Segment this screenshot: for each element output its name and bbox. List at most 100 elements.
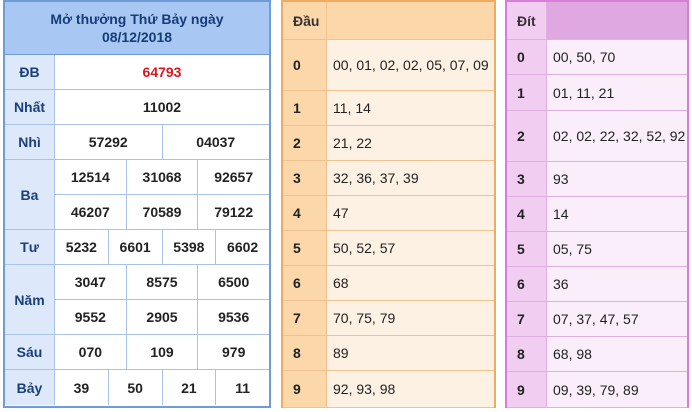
dau-row: 0 00, 01, 02, 02, 05, 07, 09 (283, 40, 494, 91)
prize-row: Ba 12514 31068 92657 46207 70589 79122 (5, 160, 269, 230)
prize-row: Nhì 57292 04037 (5, 125, 269, 160)
dau-row: 1 11, 14 (283, 91, 494, 126)
dau-row-values: 92, 93, 98 (327, 371, 494, 407)
results-table: Mở thưởng Thứ Bảy ngày 08/12/2018 ĐB 6479… (3, 0, 271, 408)
dit-row-key: 7 (507, 302, 547, 336)
prize-rows: ĐB 64793 Nhất 11002 Nhì 57292 04037 Ba 12514 3106… (5, 55, 269, 405)
dit-row-values: 36 (547, 267, 687, 301)
prize-number: 979 (197, 335, 269, 369)
dit-row-values: 14 (547, 197, 687, 231)
prize-number: 5232 (65, 239, 97, 255)
dau-row: 2 21, 22 (283, 126, 494, 161)
dit-header-values (547, 2, 687, 39)
prize-number: 6602 (215, 230, 269, 264)
dau-row-key: 6 (283, 266, 327, 300)
prize-number: 9552 (74, 309, 106, 325)
prize-number: 04037 (161, 125, 270, 159)
dau-row-key: 0 (283, 40, 327, 90)
dit-row: 1 01, 11, 21 (507, 75, 687, 111)
prize-number: 11002 (142, 99, 182, 115)
dit-header: Đít (507, 2, 687, 40)
dit-row-values: 68, 98 (547, 337, 687, 371)
dit-row: 2 02, 02, 22, 32, 52, 92 (507, 111, 687, 162)
prize-number: 5398 (161, 230, 216, 264)
prize-label: Ba (5, 160, 55, 229)
dau-row-key: 7 (283, 301, 327, 335)
dau-row-values: 89 (327, 336, 494, 370)
dit-row-values: 07, 37, 47, 57 (547, 302, 687, 336)
dau-row: 3 32, 36, 37, 39 (283, 161, 494, 196)
dau-row-key: 9 (283, 371, 327, 407)
dau-row: 9 92, 93, 98 (283, 371, 494, 408)
dau-row-key: 4 (283, 196, 327, 230)
dit-row-key: 6 (507, 267, 547, 301)
dit-row-key: 0 (507, 40, 547, 74)
dau-row-values: 68 (327, 266, 494, 300)
dit-row: 5 05, 75 (507, 232, 687, 267)
dit-row: 0 00, 50, 70 (507, 40, 687, 75)
prize-number: 57292 (88, 134, 128, 150)
dit-row-key: 8 (507, 337, 547, 371)
dit-row-key: 5 (507, 232, 547, 266)
dit-row-key: 1 (507, 75, 547, 110)
dau-row-key: 5 (283, 231, 327, 265)
dau-row-values: 70, 75, 79 (327, 301, 494, 335)
dit-row-values: 09, 39, 79, 89 (547, 372, 687, 407)
dit-row: 8 68, 98 (507, 337, 687, 372)
dau-header: Đầu (283, 2, 494, 40)
prize-row: ĐB 64793 (5, 55, 269, 90)
dit-row: 3 93 (507, 162, 687, 197)
dau-row-key: 3 (283, 161, 327, 195)
prize-number: 46207 (70, 204, 110, 220)
prize-number: 50 (107, 370, 162, 405)
prize-row: Tư 5232 6601 5398 6602 (5, 230, 269, 265)
dit-row-key: 3 (507, 162, 547, 196)
prize-number: 12514 (70, 169, 110, 185)
results-header: Mở thưởng Thứ Bảy ngày 08/12/2018 (5, 2, 269, 55)
dau-row-key: 8 (283, 336, 327, 370)
prize-number: 9536 (197, 300, 269, 334)
dau-row: 7 70, 75, 79 (283, 301, 494, 336)
dau-row-values: 21, 22 (327, 126, 494, 160)
dit-row: 4 14 (507, 197, 687, 232)
dit-row: 7 07, 37, 47, 57 (507, 302, 687, 337)
dit-row-values: 02, 02, 22, 32, 52, 92 (547, 111, 687, 161)
dau-rows: 0 00, 01, 02, 02, 05, 07, 09 1 11, 14 2 21, 2… (283, 40, 494, 408)
dau-row: 5 50, 52, 57 (283, 231, 494, 266)
dau-row-values: 32, 36, 37, 39 (327, 161, 494, 195)
dau-row-key: 1 (283, 91, 327, 125)
dau-row-values: 47 (327, 196, 494, 230)
prize-number: 70589 (125, 195, 198, 229)
special-prize-number: 64793 (142, 64, 182, 80)
prize-number: 6500 (197, 265, 269, 299)
prize-number: 070 (78, 344, 103, 360)
results-title: Mở thưởng Thứ Bảy ngày (50, 11, 224, 27)
prize-number: 6601 (107, 230, 162, 264)
prize-number: 79122 (197, 195, 269, 229)
dau-row: 8 89 (283, 336, 494, 371)
dit-row-key: 2 (507, 111, 547, 161)
prize-number: 109 (125, 335, 198, 369)
dit-row: 9 09, 39, 79, 89 (507, 372, 687, 408)
prize-row: Sáu 070 109 979 (5, 335, 269, 370)
dit-row-key: 4 (507, 197, 547, 231)
prize-label: Nhất (5, 90, 55, 124)
prize-number: 31068 (125, 160, 198, 194)
dit-table: Đít 0 00, 50, 70 1 01, 11, 21 2 02, 02, 22, 3… (505, 0, 689, 408)
prize-row: Bảy 39 50 21 11 (5, 370, 269, 405)
prize-row: Nhất 11002 (5, 90, 269, 125)
dau-row-values: 11, 14 (327, 91, 494, 125)
dit-row-key: 9 (507, 372, 547, 407)
prize-label: Tư (5, 230, 55, 264)
dau-header-key: Đầu (283, 2, 327, 39)
dit-row-values: 00, 50, 70 (547, 40, 687, 74)
prize-label: Năm (5, 265, 55, 334)
prize-number: 3047 (74, 274, 106, 290)
dit-row-values: 05, 75 (547, 232, 687, 266)
prize-number: 92657 (197, 160, 269, 194)
prize-label: ĐB (5, 55, 55, 89)
prize-number: 2905 (125, 300, 198, 334)
dit-row-values: 01, 11, 21 (547, 75, 687, 110)
dau-row: 6 68 (283, 266, 494, 301)
dit-rows: 0 00, 50, 70 1 01, 11, 21 2 02, 02, 22, 32, 5… (507, 40, 687, 408)
